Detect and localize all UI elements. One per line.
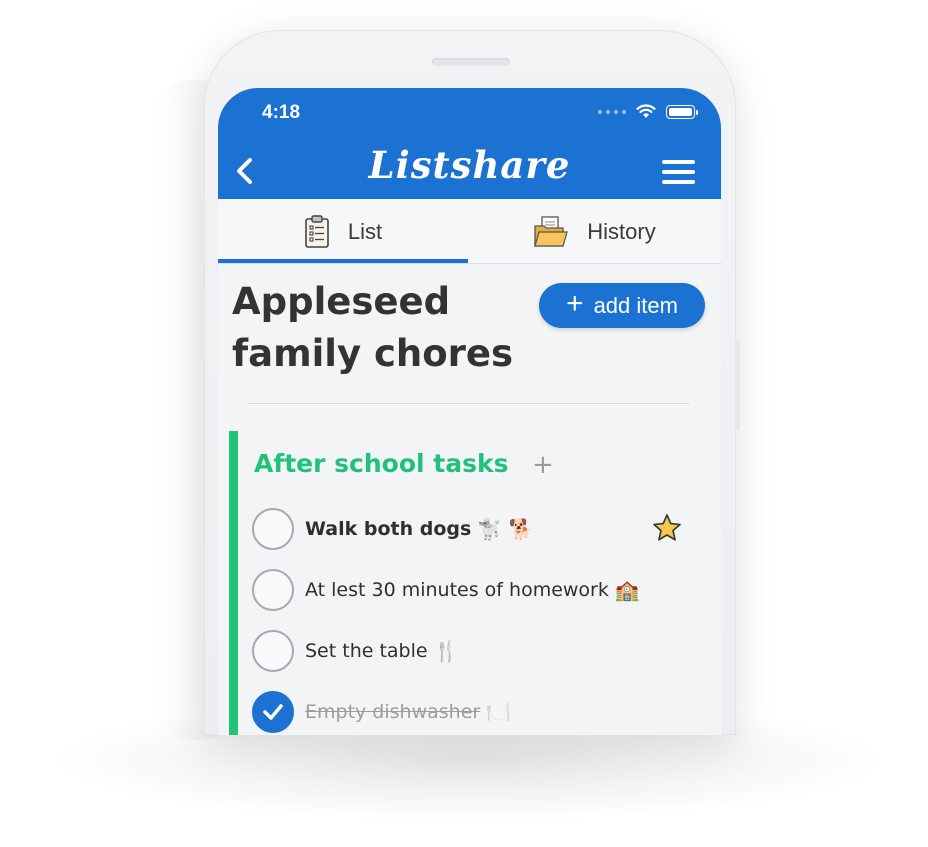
item-emoji: 🏫 [614, 578, 640, 602]
add-item-button[interactable]: + add item [539, 283, 705, 328]
app-screen: 4:18 Listshare List History Appleseed fa… [218, 88, 721, 735]
phone-side-button [200, 195, 205, 265]
folder-icon [534, 215, 569, 247]
tab-list-label: List [347, 218, 383, 244]
item-emoji: 🍽️ [486, 700, 512, 724]
status-time: 4:18 [262, 102, 301, 123]
clipboard-icon [305, 214, 329, 248]
tab-list[interactable]: List [218, 199, 468, 264]
checkmark-icon [263, 704, 283, 720]
app-brand-title: Listshare [368, 143, 571, 187]
signal-dots-icon [598, 109, 626, 114]
phone-speaker [432, 58, 510, 66]
add-item-label: add item [593, 292, 678, 318]
item-checkbox[interactable] [252, 569, 294, 611]
section-add-plus-icon[interactable]: + [532, 450, 554, 480]
divider [248, 403, 689, 404]
item-text[interactable]: At lest 30 minutes of homework [305, 579, 609, 601]
tab-history[interactable]: History [468, 199, 721, 264]
item-emoji: 🐩 🐕 [477, 517, 534, 541]
hamburger-menu-icon[interactable] [662, 160, 695, 186]
list-item: Empty dishwasher 🍽️ [252, 690, 712, 734]
item-emoji: 🍴 [433, 639, 459, 663]
item-checkbox-checked[interactable] [252, 691, 294, 733]
tab-history-label: History [587, 218, 656, 244]
item-checkbox[interactable] [252, 630, 294, 672]
active-tab-indicator [218, 259, 468, 263]
item-checkbox[interactable] [252, 508, 294, 550]
wifi-icon [636, 104, 656, 118]
section-accent-bar [229, 431, 238, 735]
app-header: 4:18 Listshare [218, 88, 721, 199]
item-text[interactable]: Walk both dogs [305, 518, 471, 540]
item-text[interactable]: Empty dishwasher [305, 701, 480, 723]
battery-icon [666, 104, 698, 119]
list-item: Set the table 🍴 [252, 629, 712, 673]
status-icons [598, 104, 698, 119]
section-title: After school tasks [254, 449, 509, 478]
tab-bar: List History [218, 199, 721, 264]
item-text[interactable]: Set the table [305, 640, 428, 662]
list-item: At lest 30 minutes of homework 🏫 [252, 568, 712, 612]
list-item: Walk both dogs 🐩 🐕 [252, 507, 712, 551]
list-title: Appleseed family chores [232, 280, 514, 375]
phone-side-button [200, 290, 205, 360]
star-icon[interactable] [652, 513, 682, 543]
phone-side-button [735, 340, 740, 430]
plus-icon: + [566, 287, 584, 320]
